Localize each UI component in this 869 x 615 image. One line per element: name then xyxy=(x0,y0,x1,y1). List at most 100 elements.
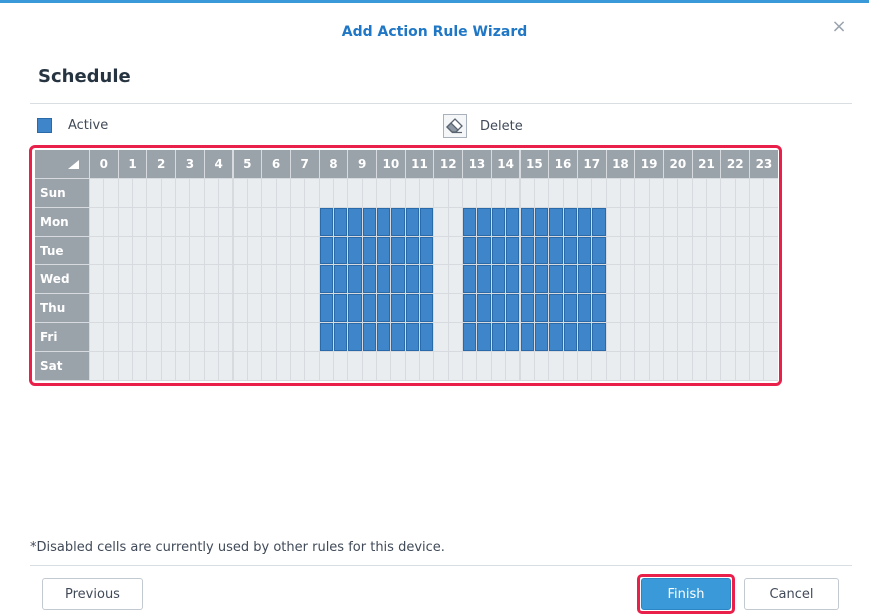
schedule-cell[interactable] xyxy=(161,323,176,351)
schedule-cell[interactable] xyxy=(118,323,133,351)
schedule-cell[interactable] xyxy=(190,265,204,294)
schedule-cell[interactable] xyxy=(692,323,707,351)
hour-header-1[interactable]: 1 xyxy=(118,150,147,178)
schedule-cell[interactable] xyxy=(133,207,147,236)
schedule-cell[interactable] xyxy=(678,351,692,380)
schedule-cell[interactable] xyxy=(90,236,104,265)
schedule-cell[interactable] xyxy=(204,265,219,294)
schedule-cell[interactable] xyxy=(707,294,721,322)
schedule-cell[interactable] xyxy=(678,207,692,236)
schedule-cell[interactable] xyxy=(276,179,290,207)
schedule-cell[interactable] xyxy=(520,351,534,380)
schedule-cell[interactable] xyxy=(405,207,420,236)
schedule-cell[interactable] xyxy=(305,265,319,294)
schedule-cell[interactable] xyxy=(333,351,348,380)
schedule-cell[interactable] xyxy=(290,236,305,265)
schedule-cell[interactable] xyxy=(491,323,506,351)
schedule-cell[interactable] xyxy=(190,323,204,351)
schedule-cell[interactable] xyxy=(735,265,750,294)
schedule-cell[interactable] xyxy=(735,351,750,380)
schedule-cell[interactable] xyxy=(420,236,434,265)
schedule-cell[interactable] xyxy=(219,179,233,207)
schedule-cell[interactable] xyxy=(606,351,620,380)
hour-header-6[interactable]: 6 xyxy=(262,150,290,178)
schedule-cell[interactable] xyxy=(477,294,491,322)
schedule-cell[interactable] xyxy=(477,351,491,380)
schedule-cell[interactable] xyxy=(592,265,606,294)
schedule-cell[interactable] xyxy=(448,265,463,294)
schedule-cell[interactable] xyxy=(204,323,219,351)
schedule-cell[interactable] xyxy=(534,265,549,294)
schedule-cell[interactable] xyxy=(219,294,233,322)
schedule-cell[interactable] xyxy=(305,179,319,207)
schedule-cell[interactable] xyxy=(448,323,463,351)
schedule-cell[interactable] xyxy=(290,179,305,207)
schedule-cell[interactable] xyxy=(735,236,750,265)
schedule-cell[interactable] xyxy=(319,294,333,322)
hour-header-7[interactable]: 7 xyxy=(290,150,319,178)
schedule-cell[interactable] xyxy=(420,265,434,294)
finish-button[interactable]: Finish xyxy=(641,578,731,610)
day-header-sun[interactable]: Sun xyxy=(35,179,89,207)
schedule-cell[interactable] xyxy=(233,323,247,351)
hour-header-9[interactable]: 9 xyxy=(348,150,376,178)
schedule-cell[interactable] xyxy=(204,207,219,236)
schedule-cell[interactable] xyxy=(477,236,491,265)
schedule-cell[interactable] xyxy=(377,236,391,265)
schedule-cell[interactable] xyxy=(606,323,620,351)
schedule-cell[interactable] xyxy=(219,265,233,294)
schedule-cell[interactable] xyxy=(506,236,520,265)
schedule-cell[interactable] xyxy=(707,179,721,207)
schedule-cell[interactable] xyxy=(262,294,276,322)
schedule-cell[interactable] xyxy=(750,265,764,294)
schedule-cell[interactable] xyxy=(491,236,506,265)
schedule-cell[interactable] xyxy=(520,265,534,294)
schedule-cell[interactable] xyxy=(377,323,391,351)
schedule-cell[interactable] xyxy=(577,207,592,236)
schedule-cell[interactable] xyxy=(362,294,376,322)
schedule-cell[interactable] xyxy=(391,179,405,207)
schedule-cell[interactable] xyxy=(463,265,477,294)
schedule-cell[interactable] xyxy=(549,323,563,351)
schedule-cell[interactable] xyxy=(290,294,305,322)
schedule-cell[interactable] xyxy=(434,351,448,380)
schedule-cell[interactable] xyxy=(664,323,678,351)
schedule-cell[interactable] xyxy=(233,236,247,265)
schedule-cell[interactable] xyxy=(190,294,204,322)
schedule-cell[interactable] xyxy=(635,236,649,265)
schedule-cell[interactable] xyxy=(563,265,577,294)
schedule-cell[interactable] xyxy=(204,236,219,265)
schedule-cell[interactable] xyxy=(620,351,635,380)
schedule-cell[interactable] xyxy=(104,323,118,351)
schedule-cell[interactable] xyxy=(620,179,635,207)
schedule-cell[interactable] xyxy=(104,236,118,265)
schedule-cell[interactable] xyxy=(592,179,606,207)
schedule-cell[interactable] xyxy=(491,294,506,322)
schedule-cell[interactable] xyxy=(664,236,678,265)
schedule-cell[interactable] xyxy=(635,323,649,351)
schedule-cell[interactable] xyxy=(133,236,147,265)
schedule-cell[interactable] xyxy=(333,236,348,265)
schedule-cell[interactable] xyxy=(606,236,620,265)
schedule-cell[interactable] xyxy=(176,207,190,236)
schedule-cell[interactable] xyxy=(750,323,764,351)
schedule-cell[interactable] xyxy=(362,351,376,380)
schedule-cell[interactable] xyxy=(649,294,663,322)
schedule-cell[interactable] xyxy=(176,351,190,380)
schedule-cell[interactable] xyxy=(247,236,262,265)
schedule-cell[interactable] xyxy=(534,294,549,322)
schedule-cell[interactable] xyxy=(348,265,362,294)
schedule-cell[interactable] xyxy=(377,351,391,380)
schedule-cell[interactable] xyxy=(405,179,420,207)
schedule-cell[interactable] xyxy=(161,351,176,380)
schedule-cell[interactable] xyxy=(348,294,362,322)
schedule-cell[interactable] xyxy=(147,351,161,380)
schedule-cell[interactable] xyxy=(147,265,161,294)
schedule-cell[interactable] xyxy=(233,179,247,207)
schedule-cell[interactable] xyxy=(333,323,348,351)
schedule-cell[interactable] xyxy=(434,179,448,207)
schedule-cell[interactable] xyxy=(333,179,348,207)
schedule-cell[interactable] xyxy=(577,179,592,207)
day-header-mon[interactable]: Mon xyxy=(35,207,89,236)
schedule-cell[interactable] xyxy=(247,323,262,351)
